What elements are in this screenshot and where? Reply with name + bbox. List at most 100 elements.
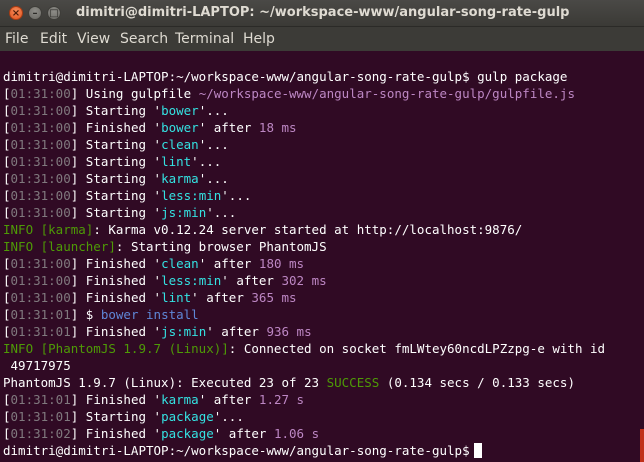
terminal-text: ' after [198,392,259,407]
terminal-line: dimitri@dimitri-LAPTOP:~/workspace-www/a… [3,68,631,85]
terminal-text: ] Starting ' [70,171,162,186]
terminal-text: 01:31:00 [10,188,71,203]
scrollbar[interactable] [640,429,644,462]
terminal-text: : Karma v0.12.24 server started at http:… [93,222,523,237]
terminal-text: bower [161,120,199,135]
terminal-text: 1.27 s [258,392,305,407]
terminal-text: karma [161,171,199,186]
terminal-text: '... [206,205,237,220]
terminal-line: [01:31:00] Starting 'karma'... [3,170,631,187]
terminal-text: 01:31:01 [10,324,71,339]
terminal-text: ] $ [70,307,101,322]
terminal-text: 365 ms [251,290,297,305]
menu-file[interactable]: File [5,31,28,47]
terminal-line: [01:31:00] Starting 'js:min'... [3,204,631,221]
terminal-text: 01:31:01 [10,307,71,322]
terminal-text: INFO [PhantomJS 1.9.7 (Linux)] [3,341,229,356]
terminal-line: [01:31:01] $ bower install [3,306,631,323]
terminal-text: ] Starting ' [70,154,162,169]
terminal-text: clean [161,137,199,152]
terminal-text: 18 ms [258,120,297,135]
terminal-lines: dimitri@dimitri-LAPTOP:~/workspace-www/a… [3,68,631,459]
terminal-text: lint [161,154,192,169]
terminal-text: ] Starting ' [70,103,162,118]
terminal-text: (0.134 secs / 0.133 secs) [379,375,575,390]
terminal-text: ] Starting ' [70,137,162,152]
menu-view[interactable]: View [77,31,110,47]
terminal-text: INFO [karma] [3,222,94,237]
terminal-output[interactable]: dimitri@dimitri-LAPTOP:~/workspace-www/a… [0,51,644,462]
minimize-icon: – [32,8,38,19]
terminal-text: 01:31:00 [10,120,71,135]
maximize-button[interactable]: □ [47,6,61,20]
terminal-text: ] Finished ' [70,324,162,339]
terminal-text: '... [198,137,229,152]
terminal-text: 01:31:00 [10,290,71,305]
terminal-text: ] Starting ' [70,188,162,203]
terminal-text: [ [3,205,11,220]
terminal-text: '... [221,188,252,203]
terminal-text: ] Using gulpfile [70,86,199,101]
terminal-text: [ [3,120,11,135]
terminal-line: INFO [PhantomJS 1.9.7 (Linux)]: Connecte… [3,340,631,357]
terminal-text: '... [198,103,229,118]
terminal-text: 936 ms [266,324,312,339]
terminal-text: 01:31:00 [10,171,71,186]
terminal-text: bower [161,103,199,118]
terminal-text: [ [3,307,11,322]
terminal-line: [01:31:01] Finished 'js:min' after 936 m… [3,323,631,340]
terminal-line: [01:31:00] Finished 'clean' after 180 ms [3,255,631,272]
terminal-text: [ [3,103,11,118]
terminal-text: [ [3,290,11,305]
menu-search[interactable]: Search [120,31,168,47]
terminal-text: karma [161,392,199,407]
terminal-text: 01:31:00 [10,103,71,118]
menu-terminal[interactable]: Terminal [175,31,234,47]
terminal-line: [01:31:00] Finished 'lint' after 365 ms [3,289,631,306]
terminal-text: ' after [206,324,267,339]
terminal-text: ] Finished ' [70,392,162,407]
close-button[interactable]: × [9,6,23,20]
terminal-line: [01:31:00] Starting 'bower'... [3,102,631,119]
terminal-line: [01:31:01] Starting 'package'... [3,408,631,425]
terminal-line: INFO [launcher]: Starting browser Phanto… [3,238,631,255]
terminal-text: [ [3,426,11,441]
terminal-text: INFO [launcher] [3,239,116,254]
terminal-text: 01:31:01 [10,392,71,407]
close-icon: × [11,8,21,19]
terminal-text: package [161,426,214,441]
window-title: dimitri@dimitri-LAPTOP: ~/workspace-www/… [76,5,570,20]
terminal-line: [01:31:02] Finished 'package' after 1.06… [3,425,631,442]
terminal-text: clean [161,256,199,271]
terminal-line: [01:31:00] Finished 'bower' after 18 ms [3,119,631,136]
terminal-text: [ [3,273,11,288]
cursor [473,443,482,458]
terminal-text: 01:31:00 [10,205,71,220]
terminal-line: dimitri@dimitri-LAPTOP:~/workspace-www/a… [3,442,631,459]
terminal-text: ~/workspace-www/angular-song-rate-gulp/g… [198,86,575,101]
terminal-text: [ [3,86,11,101]
terminal-text: [ [3,324,11,339]
terminal-text: : Starting browser PhantomJS [115,239,327,254]
title-bar[interactable]: × – □ dimitri@dimitri-LAPTOP: ~/workspac… [0,0,644,27]
terminal-text: ' after [191,290,252,305]
terminal-text: ] Starting ' [70,409,162,424]
terminal-text: lint [161,290,192,305]
terminal-text: '... [191,154,222,169]
terminal-line: INFO [karma]: Karma v0.12.24 server star… [3,221,631,238]
terminal-line: [01:31:00] Starting 'clean'... [3,136,631,153]
terminal-text: ' after [213,426,274,441]
terminal-line: [01:31:00] Starting 'less:min'... [3,187,631,204]
terminal-text: ] Finished ' [70,120,162,135]
menu-edit[interactable]: Edit [40,31,67,47]
terminal-line: 49717975 [3,357,631,374]
terminal-text: ] Finished ' [70,273,162,288]
maximize-icon: □ [49,8,59,19]
menu-help[interactable]: Help [243,31,275,47]
terminal-text: '... [213,409,244,424]
terminal-line: [01:31:01] Finished 'karma' after 1.27 s [3,391,631,408]
terminal-text: ] Finished ' [70,426,162,441]
terminal-text: 01:31:00 [10,86,71,101]
terminal-line: [01:31:00] Finished 'less:min' after 302… [3,272,631,289]
minimize-button[interactable]: – [28,6,42,20]
